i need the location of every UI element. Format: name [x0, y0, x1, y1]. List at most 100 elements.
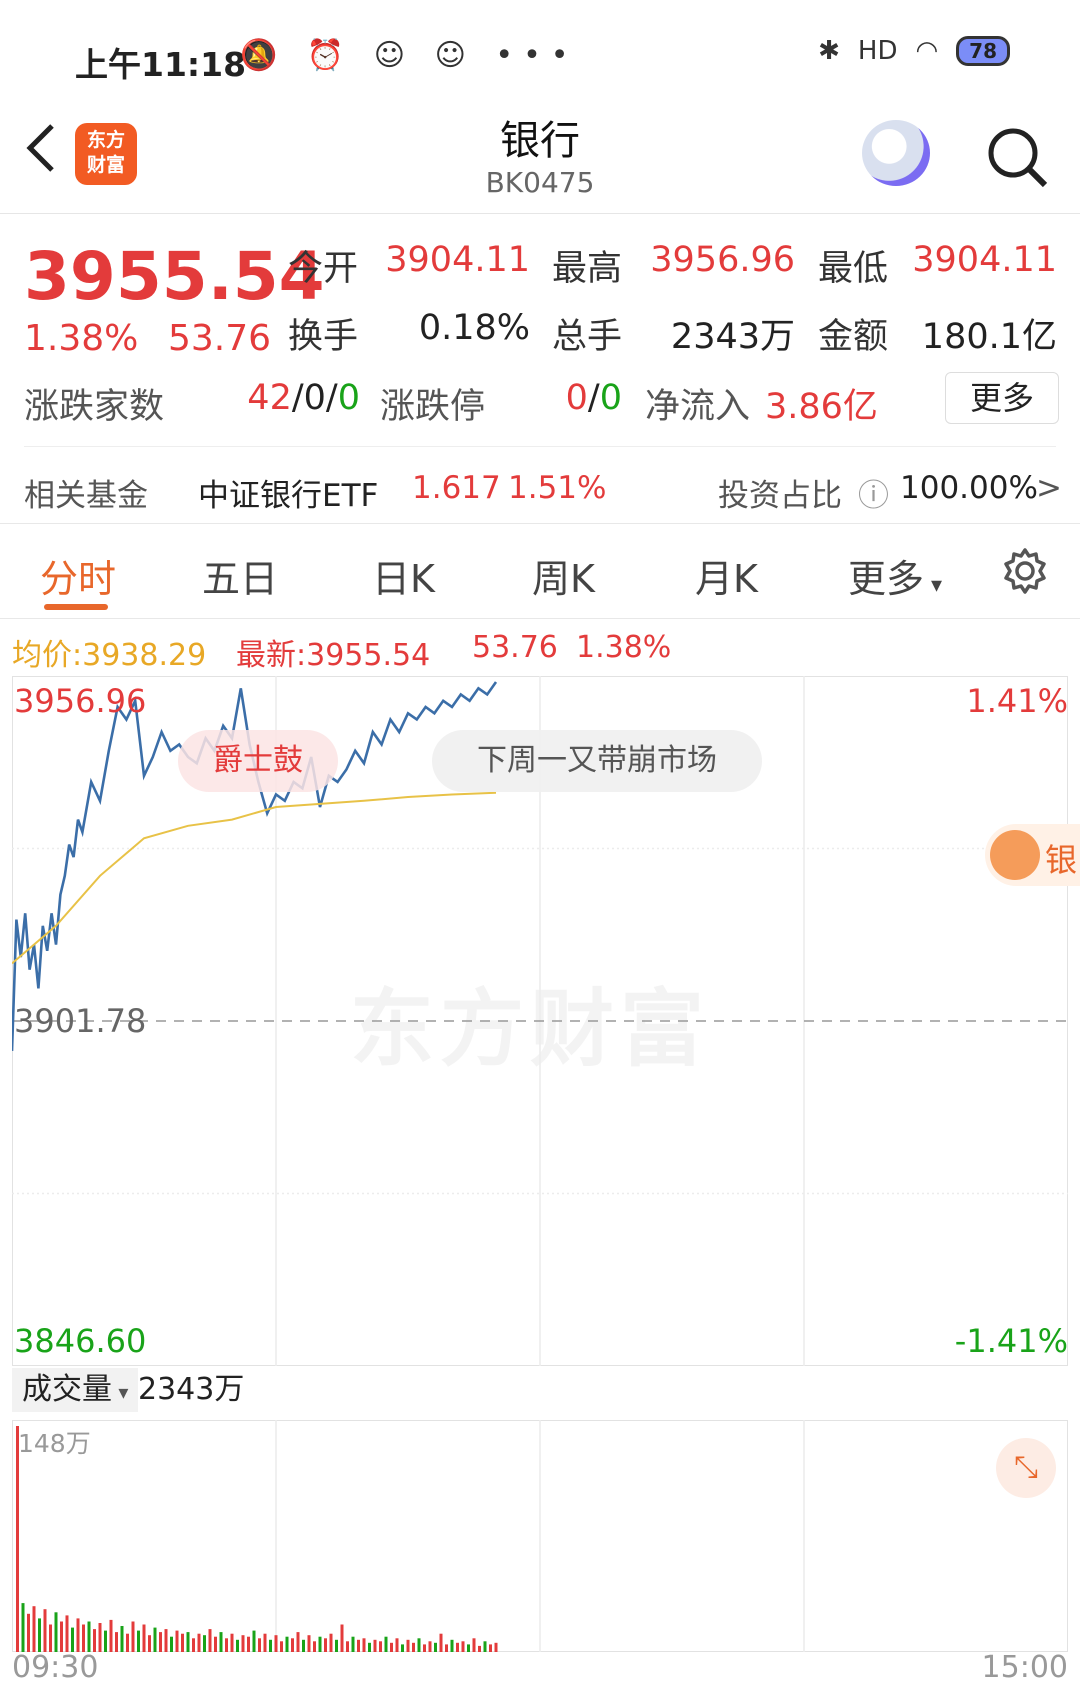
tab-five-day[interactable]: 五日 [202, 548, 278, 603]
latest-price: 最新:3955.54 [236, 630, 430, 674]
tab-more-label: 更多 [848, 557, 925, 601]
low-value: 3904.11 [912, 240, 1057, 280]
volume-bar [214, 1636, 217, 1652]
fund-label: 相关基金 [24, 478, 148, 514]
danmaku-bubble: 下周一又带崩市场 [432, 730, 762, 792]
volume-bar [478, 1645, 481, 1652]
volume-bar [362, 1638, 366, 1652]
volume-bar [472, 1638, 476, 1652]
chart-top-pct: 1.41% [966, 682, 1068, 720]
volume-bar [148, 1635, 151, 1652]
volume-bar [340, 1624, 344, 1652]
tab-daily-k[interactable]: 日K [372, 548, 435, 603]
breadth-value: 42/0/0 [247, 378, 360, 418]
avg-value: 3938.29 [82, 638, 207, 673]
volume-bar [318, 1636, 322, 1652]
volume-bar [98, 1623, 102, 1652]
danmaku-bubble: 爵士鼓 [178, 730, 338, 792]
chart-top-price: 3956.96 [14, 682, 147, 720]
volume-bar [65, 1615, 69, 1652]
volume-bar [280, 1641, 283, 1652]
status-time: 上午11:18 [75, 45, 247, 84]
volume-bar [428, 1641, 432, 1652]
tab-monthly-k[interactable]: 月K [695, 548, 758, 603]
volume-bar [489, 1644, 492, 1652]
volume-bar [175, 1630, 179, 1652]
expand-icon[interactable]: ⤡ [996, 1438, 1056, 1498]
volume-bar [197, 1633, 201, 1652]
avg-price-label: 均价:3938.29 [12, 630, 206, 674]
volume-bar [291, 1638, 294, 1652]
high-label: 最高 [552, 249, 623, 289]
status-right-group: ✱ HD ◠ 78 [818, 36, 1010, 66]
volume-bar [274, 1635, 278, 1652]
volume-bar [87, 1621, 91, 1652]
volume-bar [159, 1632, 162, 1652]
volume-bar [32, 1606, 36, 1652]
volume-bar [54, 1612, 58, 1652]
limit-down: 0 [599, 378, 622, 418]
volume-bar [285, 1636, 289, 1652]
latest-label: 最新: [236, 638, 307, 673]
ratio-value[interactable]: 100.00% [900, 470, 1038, 506]
volume-bar [417, 1638, 421, 1652]
volume-bar [373, 1639, 377, 1652]
volume-bar [208, 1629, 212, 1652]
chevron-right-icon[interactable]: > [1036, 470, 1062, 506]
volume-indicator-select[interactable]: 成交量 ▾ [12, 1368, 139, 1412]
chart-base-price: 3901.78 [14, 1002, 147, 1040]
search-icon[interactable] [985, 125, 1051, 195]
volume-total: 2343万 [138, 1372, 245, 1407]
tab-more[interactable]: 更多 ▾ [848, 548, 942, 603]
divider [0, 213, 1080, 214]
volume-bar [445, 1644, 448, 1652]
volume-bar [395, 1638, 399, 1652]
volume-bar [357, 1639, 360, 1652]
latest-value: 3955.54 [306, 638, 431, 673]
breadth-down: 0 [337, 378, 360, 418]
inflow-label: 净流入 [645, 387, 751, 427]
battery-icon: 78 [956, 36, 1010, 66]
volume-bar [247, 1636, 250, 1652]
caret-down-icon: ▾ [924, 573, 943, 598]
gear-icon[interactable] [1000, 546, 1050, 600]
fund-pct: 1.51% [508, 470, 607, 506]
volume-bar [137, 1630, 140, 1652]
volume-bar [401, 1644, 404, 1652]
breadth-up: 42 [247, 378, 292, 418]
mascot-label: 银 [1045, 841, 1078, 879]
fund-price: 1.617 [412, 470, 501, 506]
volume-bar [351, 1636, 355, 1652]
volume-bar [368, 1642, 371, 1652]
caret-down-icon: ▾ [112, 1380, 129, 1404]
high-value: 3956.96 [650, 240, 795, 280]
volume-bar [225, 1638, 228, 1652]
divider [0, 523, 1080, 524]
volume-bar [93, 1629, 96, 1652]
volume-bar [21, 1603, 25, 1652]
amount-label: 金额 [818, 317, 889, 357]
volume-bar [324, 1638, 327, 1652]
help-icon[interactable]: ⓘ [858, 470, 889, 515]
volume-chart[interactable] [12, 1420, 1068, 1652]
tab-weekly-k[interactable]: 周K [532, 548, 595, 603]
volume-bar [82, 1624, 85, 1652]
breadth-flat: 0 [303, 378, 326, 418]
more-button[interactable]: 更多 [945, 372, 1059, 424]
volume-bar [329, 1633, 333, 1652]
volume-bar [170, 1636, 173, 1652]
wifi-icon: ◠ [915, 36, 939, 66]
tab-intraday[interactable]: 分时 [40, 548, 116, 603]
open-label: 今开 [288, 249, 359, 289]
fund-name[interactable]: 中证银行ETF [198, 470, 378, 515]
limit-up: 0 [565, 378, 588, 418]
volume-bar [302, 1639, 305, 1652]
volume-bar [412, 1642, 415, 1652]
volume-bar [467, 1644, 470, 1652]
assistant-robot-icon[interactable] [862, 120, 930, 186]
volume-max-label: 148万 [18, 1429, 91, 1458]
bluetooth-icon: ✱ [818, 36, 840, 66]
volume-bar [186, 1632, 190, 1652]
change-percent: 1.38% [24, 318, 139, 359]
amount-value: 180.1亿 [921, 317, 1057, 357]
